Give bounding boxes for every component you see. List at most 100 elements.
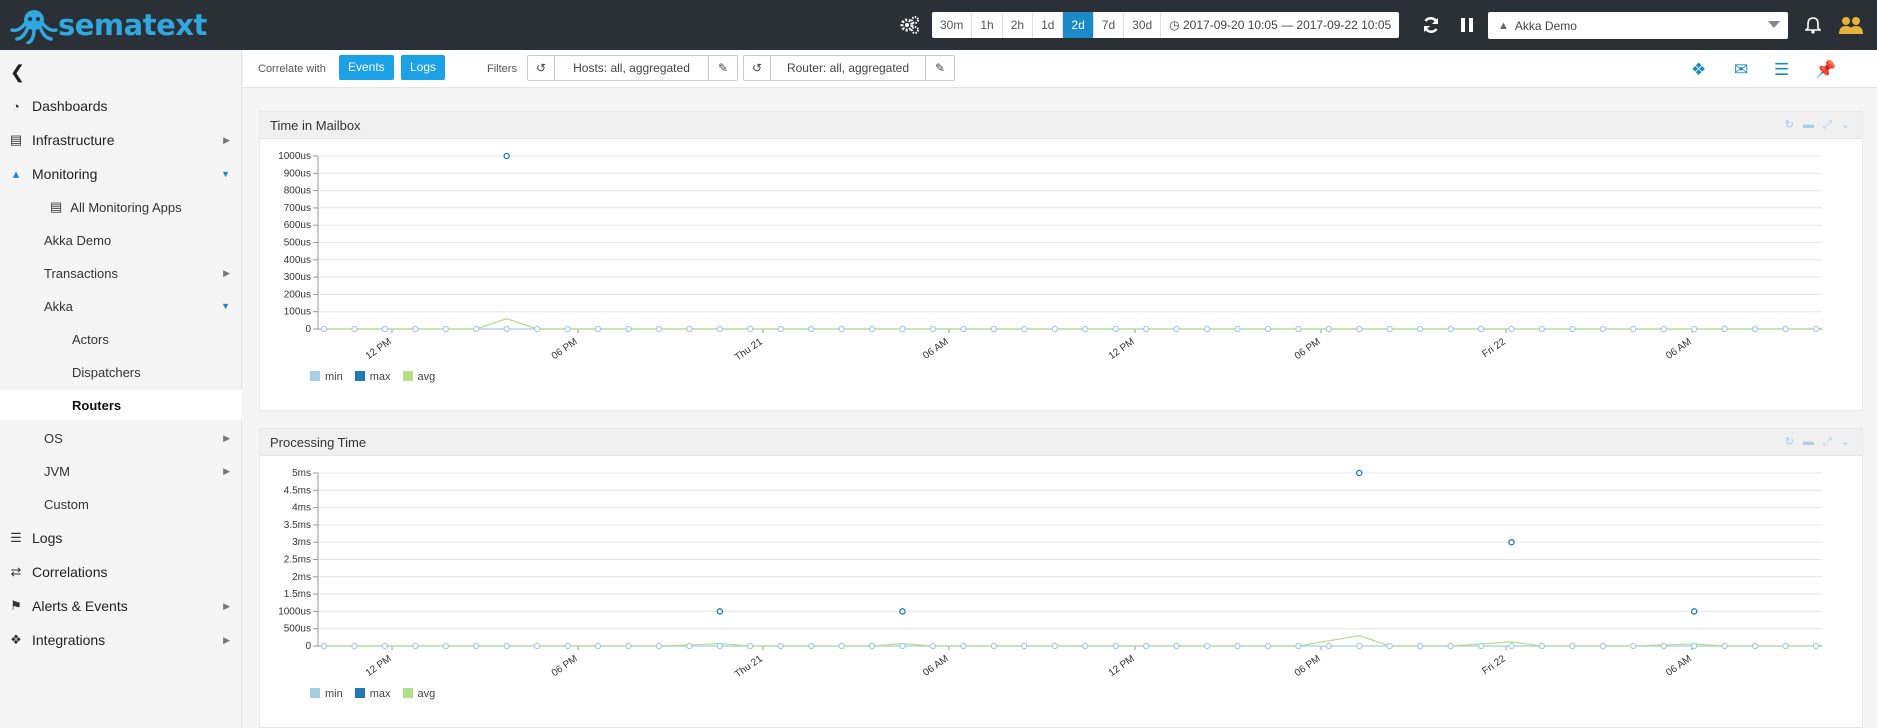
reset-router-filter-icon[interactable]: ↺ bbox=[744, 56, 771, 80]
date-range-picker[interactable]: ◷ 2017-09-20 10:05 — 2017-09-22 10:05 bbox=[1161, 12, 1399, 38]
data-point-min bbox=[1447, 642, 1454, 650]
y-tick-label: 4.5ms bbox=[284, 485, 311, 496]
octopus-logo-icon bbox=[10, 10, 58, 44]
edit-hosts-filter-icon[interactable]: ✎ bbox=[709, 56, 737, 80]
data-point-min bbox=[594, 642, 602, 650]
expand-icon[interactable]: ⤢ bbox=[1823, 429, 1832, 456]
correlate-events-button[interactable]: Events bbox=[339, 55, 394, 80]
collapse-sidebar-icon[interactable]: ❮ bbox=[10, 62, 25, 83]
data-point-min bbox=[1416, 642, 1424, 650]
sidebar-item-routers[interactable]: Routers bbox=[0, 390, 242, 420]
router-filter-value[interactable]: Router: all, aggregated bbox=[771, 56, 926, 80]
range-2h-button[interactable]: 2h bbox=[1003, 12, 1034, 38]
data-point-min bbox=[1599, 325, 1607, 333]
date-range-text: 2017-09-20 10:05 — 2017-09-22 10:05 bbox=[1183, 18, 1392, 32]
legend-item-avg[interactable]: avg bbox=[402, 688, 435, 700]
sidebar-item-akka[interactable]: Akka ▼ bbox=[0, 291, 242, 321]
sidebar-item-dispatchers[interactable]: Dispatchers bbox=[0, 357, 242, 387]
data-point-min bbox=[1203, 642, 1211, 650]
data-point-min bbox=[1660, 325, 1668, 333]
y-tick-label: 1000us bbox=[278, 606, 311, 617]
data-point-min bbox=[1690, 642, 1698, 650]
edit-router-filter-icon[interactable]: ✎ bbox=[926, 56, 954, 80]
x-tick-label: 12 PM bbox=[364, 336, 394, 362]
data-point-max bbox=[716, 608, 724, 615]
sidebar-item-transactions[interactable]: Transactions ▶ bbox=[0, 258, 242, 288]
filters-label: Filters bbox=[487, 63, 517, 75]
x-tick-label: Fri 22 bbox=[1480, 653, 1508, 677]
x-tick-label: Thu 21 bbox=[733, 336, 765, 363]
shuffle-icon: ⇄ bbox=[10, 564, 22, 579]
sidebar-item-infrastructure[interactable]: ▤ Infrastructure ▶ bbox=[0, 124, 242, 156]
sidebar-item-all-monitoring-apps[interactable]: ▤ All Monitoring Apps bbox=[0, 192, 242, 222]
legend-item-min[interactable]: min bbox=[310, 688, 343, 700]
data-point-min bbox=[929, 642, 937, 650]
cubes-icon[interactable]: ❖ bbox=[1691, 60, 1706, 80]
pin-icon[interactable]: 📌 bbox=[1815, 60, 1836, 80]
app-selector-dropdown[interactable]: ▲ Akka Demo bbox=[1488, 12, 1788, 39]
sidebar-item-label: Logs bbox=[32, 530, 63, 546]
data-point-min bbox=[351, 325, 358, 333]
minimize-icon[interactable]: ▬ bbox=[1803, 429, 1814, 456]
sidebar-item-monitoring[interactable]: ▴ Monitoring ▼ bbox=[0, 158, 242, 190]
refresh-icon[interactable] bbox=[1420, 14, 1442, 36]
correlate-logs-button[interactable]: Logs bbox=[401, 55, 446, 80]
sidebar-item-jvm[interactable]: JVM ▶ bbox=[0, 456, 242, 486]
chevron-down-icon[interactable]: ⌄ bbox=[1841, 112, 1850, 139]
users-icon[interactable] bbox=[1838, 13, 1864, 37]
bell-icon[interactable] bbox=[1802, 14, 1824, 36]
sidebar-item-logs[interactable]: ☰ Logs bbox=[0, 522, 242, 554]
minimize-icon[interactable]: ▬ bbox=[1803, 112, 1814, 139]
chevron-down-icon: ▼ bbox=[221, 169, 230, 179]
range-2d-button[interactable]: 2d bbox=[1063, 12, 1094, 38]
y-tick-label: 600us bbox=[284, 220, 311, 231]
sidebar-item-correlations[interactable]: ⇄ Correlations bbox=[0, 556, 242, 588]
sidebar-item-akka-demo[interactable]: Akka Demo bbox=[0, 225, 242, 255]
range-7d-button[interactable]: 7d bbox=[1094, 12, 1125, 38]
legend-item-avg[interactable]: avg bbox=[402, 371, 435, 383]
sidebar-item-label: Integrations bbox=[32, 632, 106, 648]
panel-tools: ↻ ▬ ⤢ ⌄ bbox=[1785, 429, 1850, 456]
data-point-min bbox=[1234, 325, 1241, 333]
range-30m-button[interactable]: 30m bbox=[932, 12, 973, 38]
data-point-min bbox=[1386, 642, 1393, 650]
data-point-min bbox=[1142, 325, 1150, 333]
refresh-icon[interactable]: ↻ bbox=[1785, 112, 1794, 139]
sidebar-item-custom[interactable]: Custom bbox=[0, 489, 242, 519]
chart-legend: min max avg bbox=[310, 688, 435, 700]
x-tick-label: 06 AM bbox=[1664, 653, 1694, 678]
reset-hosts-filter-icon[interactable]: ↺ bbox=[528, 56, 555, 80]
envelope-icon[interactable]: ✉ bbox=[1734, 60, 1748, 80]
data-point-min bbox=[747, 325, 754, 333]
menu-icon[interactable]: ☰ bbox=[1774, 60, 1789, 80]
hosts-filter-value[interactable]: Hosts: all, aggregated bbox=[555, 56, 709, 80]
range-1h-button[interactable]: 1h bbox=[972, 12, 1003, 38]
data-point-min bbox=[1264, 642, 1272, 650]
refresh-icon[interactable]: ↻ bbox=[1785, 429, 1794, 456]
data-point-min bbox=[1782, 325, 1789, 333]
chevron-down-icon[interactable]: ⌄ bbox=[1841, 429, 1850, 456]
range-1d-button[interactable]: 1d bbox=[1033, 12, 1064, 38]
range-30d-button[interactable]: 30d bbox=[1124, 12, 1162, 38]
sidebar-item-alerts-events[interactable]: ⚑ Alerts & Events ▶ bbox=[0, 590, 242, 622]
legend-item-min[interactable]: min bbox=[310, 371, 343, 383]
x-tick-label: 06 PM bbox=[1293, 653, 1323, 679]
settings-gears-icon[interactable] bbox=[898, 14, 920, 36]
sidebar-item-os[interactable]: OS ▶ bbox=[0, 423, 242, 453]
sidebar-item-actors[interactable]: Actors bbox=[0, 324, 242, 354]
data-point-min bbox=[442, 642, 450, 650]
data-point-min bbox=[1173, 325, 1180, 333]
sidebar-item-integrations[interactable]: ❖ Integrations ▶ bbox=[0, 624, 242, 656]
cubes-icon: ❖ bbox=[10, 632, 22, 647]
legend-item-max[interactable]: max bbox=[354, 371, 391, 383]
expand-icon[interactable]: ⤢ bbox=[1823, 112, 1832, 139]
data-point-min bbox=[442, 325, 450, 333]
panel-tools: ↻ ▬ ⤢ ⌄ bbox=[1785, 112, 1850, 139]
legend-item-max[interactable]: max bbox=[354, 688, 391, 700]
data-point-min bbox=[960, 642, 967, 650]
sematext-logo[interactable]: sematext bbox=[8, 6, 207, 44]
correlate-label: Correlate with bbox=[258, 63, 326, 75]
pause-icon[interactable] bbox=[1456, 14, 1478, 36]
data-point-min bbox=[564, 642, 571, 650]
sidebar-item-dashboards[interactable]: ◔ Dashboards bbox=[0, 90, 242, 122]
